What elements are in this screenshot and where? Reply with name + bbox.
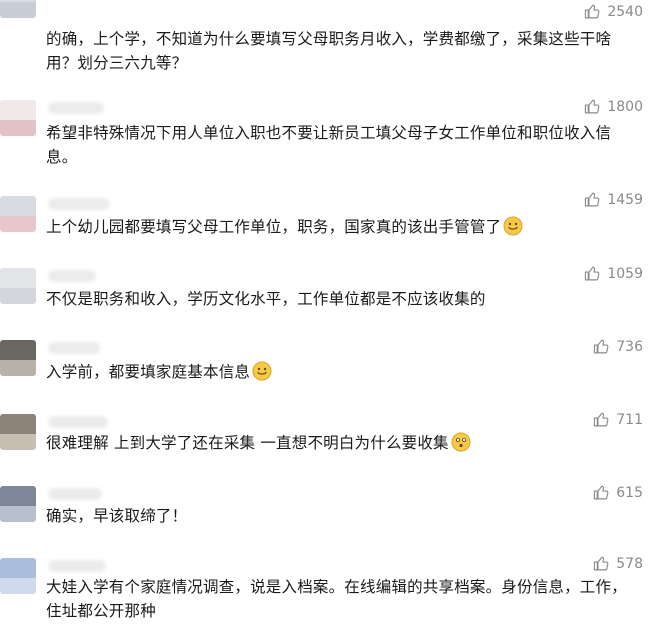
like-count: 2540 xyxy=(607,3,643,20)
avatar[interactable] xyxy=(0,100,36,136)
like-button[interactable]: 615 xyxy=(593,484,643,501)
comment-text: 大娃入学有个家庭情况调查，说是入档案。在线编辑的共享档案。身份信息，工作，住址都… xyxy=(46,578,627,620)
avatar[interactable] xyxy=(0,196,36,232)
puzzled-emoji-icon xyxy=(451,432,471,452)
like-button[interactable]: 2540 xyxy=(584,3,643,20)
like-count: 615 xyxy=(616,484,643,501)
thumbs-up-icon xyxy=(585,266,600,281)
comment-text-content: 很难理解 上到大学了还在采集 一直想不明白为什么要收集 xyxy=(46,434,449,452)
avatar[interactable] xyxy=(0,268,36,304)
username-blurred xyxy=(48,416,108,428)
avatar[interactable] xyxy=(0,558,36,594)
username-blurred xyxy=(48,560,106,572)
like-count: 1459 xyxy=(607,191,643,208)
comment-text: 的确，上个学，不知道为什么要填写父母职务月收入，学费都缴了，采集这些干啥用？划分… xyxy=(46,30,612,72)
like-button[interactable]: 578 xyxy=(593,555,643,572)
avatar[interactable] xyxy=(0,414,36,450)
username-blurred xyxy=(48,198,110,210)
thumbs-up-icon xyxy=(594,339,609,354)
like-count: 1800 xyxy=(607,98,643,115)
comment-text-content: 入学前，都要填家庭基本信息 xyxy=(46,363,251,381)
like-count: 736 xyxy=(616,338,643,355)
thumbs-up-icon xyxy=(594,485,609,500)
comment-text: 不仅是职务和收入，学历文化水平，工作单位都是不应该收集的 xyxy=(46,290,486,308)
comment-text: 希望非特殊情况下用人单位入职也不要让新员工填父母子女工作单位和职位收入信息。 xyxy=(46,124,612,166)
avatar[interactable] xyxy=(0,340,36,376)
smile-emoji-icon xyxy=(252,361,272,381)
thumbs-up-icon xyxy=(585,4,600,19)
avatar[interactable] xyxy=(0,0,36,18)
username-blurred xyxy=(48,488,102,500)
like-button[interactable]: 1800 xyxy=(584,98,643,115)
like-count: 1059 xyxy=(607,265,643,282)
like-button[interactable]: 1459 xyxy=(584,191,643,208)
like-count: 578 xyxy=(616,555,643,572)
like-count: 711 xyxy=(616,411,643,428)
username-blurred xyxy=(48,102,104,114)
smile-emoji-icon xyxy=(503,216,523,236)
username-blurred xyxy=(48,342,100,354)
thumbs-up-icon xyxy=(585,99,600,114)
thumbs-up-icon xyxy=(594,412,609,427)
comment-text: 确实，早该取缔了！ xyxy=(46,507,188,525)
username-blurred xyxy=(48,270,96,282)
comment-text-content: 上个幼儿园都要填写父母工作单位，职务，国家真的该出手管管了 xyxy=(46,218,502,236)
avatar[interactable] xyxy=(0,486,36,522)
comment-text: 很难理解 上到大学了还在采集 一直想不明白为什么要收集 xyxy=(46,431,641,455)
like-button[interactable]: 1059 xyxy=(584,265,643,282)
like-button[interactable]: 711 xyxy=(593,411,643,428)
like-button[interactable]: 736 xyxy=(593,338,643,355)
comment-text: 上个幼儿园都要填写父母工作单位，职务，国家真的该出手管管了 xyxy=(46,215,641,239)
thumbs-up-icon xyxy=(585,192,600,207)
comment-text: 入学前，都要填家庭基本信息 xyxy=(46,360,641,384)
thumbs-up-icon xyxy=(594,556,609,571)
